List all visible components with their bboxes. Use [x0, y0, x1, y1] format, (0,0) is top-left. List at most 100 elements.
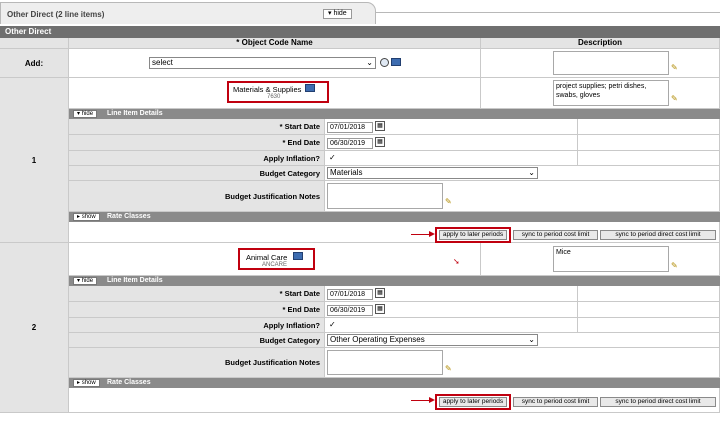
item-1-end-date-label: * End Date	[69, 135, 325, 151]
item-1-details-bar: ▾ hide Line Item Details	[69, 109, 720, 119]
item-1-sync-cost-limit-button[interactable]: sync to period cost limit	[513, 230, 598, 240]
item-2-end-date-spacer	[578, 302, 720, 318]
bottom-spacer	[0, 413, 720, 428]
calendar-icon[interactable]: ▦	[375, 137, 385, 147]
item-2-details-bar: ▾ hide Line Item Details	[69, 276, 720, 286]
tab-title: Other Direct (2 line items)	[7, 10, 105, 19]
item-2-hide-details-button[interactable]: ▾ hide	[73, 277, 98, 285]
item-1-rate-classes-label: Rate Classes	[107, 213, 151, 220]
item-2-start-date-label: * Start Date	[69, 286, 325, 302]
calendar-icon[interactable]: ▦	[375, 288, 385, 298]
item-2-actions-cell: apply to later periods sync to period co…	[69, 388, 720, 413]
item-2-sync-cost-limit-button[interactable]: sync to period cost limit	[513, 397, 598, 407]
item-1-end-date-input[interactable]: 06/30/2019	[327, 138, 373, 149]
item-2-justification-cell: ✎	[325, 348, 720, 378]
item-2-object-name: Animal Care	[246, 253, 288, 262]
item-1-start-date-input[interactable]: 07/01/2018	[327, 122, 373, 133]
item-1-end-date-cell: 06/30/2019 ▦	[325, 135, 578, 151]
item-1-justification-cell: ✎	[325, 181, 720, 212]
item-1-details-label: Line Item Details	[107, 110, 163, 117]
item-1-apply-later-periods-button[interactable]: apply to later periods	[439, 230, 507, 240]
item-1-inflation-label: Apply Inflation?	[69, 151, 325, 166]
item-1-inflation-spacer	[578, 151, 720, 166]
item-2-rate-classes-bar: ▸ show Rate Classes	[69, 378, 720, 388]
item-1-start-date-cell: 07/01/2018 ▦	[325, 119, 578, 135]
item-2-inflation-cell: ✓	[325, 318, 578, 333]
tab-bar: Other Direct (2 line items) ▾ hide	[0, 0, 720, 26]
item-2-category-label: Budget Category	[69, 333, 325, 348]
item-2-inflation-checkbox[interactable]: ✓	[329, 321, 337, 329]
item-1-justification-label: Budget Justification Notes	[69, 181, 325, 212]
item-1-show-rate-classes-button[interactable]: ▸ show	[73, 213, 100, 221]
add-description-cell: ✎	[481, 49, 720, 78]
book-icon[interactable]	[391, 58, 401, 66]
item-1-object-cell: Materials & Supplies 7630	[69, 78, 481, 109]
item-1-actions-cell: apply to later periods sync to period co…	[69, 222, 720, 243]
item-1-rate-classes-bar: ▸ show Rate Classes	[69, 212, 720, 222]
item-1-start-date-label: * Start Date	[69, 119, 325, 135]
item-1-end-date-spacer	[578, 135, 720, 151]
search-icon[interactable]	[380, 58, 389, 67]
arrow-icon	[411, 400, 431, 401]
item-2-sync-direct-cost-limit-button[interactable]: sync to period direct cost limit	[600, 397, 716, 407]
item-2-end-date-label: * End Date	[69, 302, 325, 318]
item-1-start-date-spacer	[578, 119, 720, 135]
pencil-icon[interactable]: ✎	[445, 197, 454, 206]
add-row-label: Add:	[0, 49, 69, 78]
item-2-apply-later-periods-button[interactable]: apply to later periods	[439, 397, 507, 407]
arrow-icon	[411, 234, 431, 235]
item-1-description-cell: project supplies; petri dishes, swabs, g…	[481, 78, 720, 109]
calendar-icon[interactable]: ▦	[375, 304, 385, 314]
item-1-category-cell: Materials ⌄	[325, 166, 720, 181]
item-2-category-select[interactable]: Other Operating Expenses ⌄	[327, 334, 538, 346]
item-2-inflation-label: Apply Inflation?	[69, 318, 325, 333]
tab-divider	[376, 12, 720, 13]
item-2-object-cell: Animal Care ANCARE ➘	[69, 243, 481, 276]
item-2-start-date-cell: 07/01/2018 ▦	[325, 286, 578, 302]
col-header-empty	[0, 38, 69, 49]
pencil-icon[interactable]: ✎	[671, 261, 680, 270]
chevron-down-icon: ⌄	[366, 58, 373, 67]
item-1-hide-details-button[interactable]: ▾ hide	[73, 110, 98, 118]
item-1-inflation-checkbox[interactable]: ✓	[329, 154, 337, 162]
item-2-rate-classes-label: Rate Classes	[107, 379, 151, 386]
col-header-description: Description	[481, 38, 720, 49]
item-1-description-textarea[interactable]: project supplies; petri dishes, swabs, g…	[553, 80, 669, 106]
col-header-object-code: * Object Code Name	[69, 38, 481, 49]
item-1-object-code: 7630	[267, 94, 281, 100]
object-code-select[interactable]: select ⌄	[149, 57, 376, 69]
book-icon[interactable]	[293, 252, 303, 260]
item-2-justification-textarea[interactable]	[327, 350, 443, 375]
item-2-justification-label: Budget Justification Notes	[69, 348, 325, 378]
item-2-end-date-input[interactable]: 06/30/2019	[327, 305, 373, 316]
chevron-down-icon: ⌄	[528, 168, 535, 177]
tab-hide-button[interactable]: ▾ hide	[323, 9, 352, 19]
item-1-sync-direct-cost-limit-button[interactable]: sync to period direct cost limit	[600, 230, 716, 240]
add-object-code-cell: select ⌄	[69, 49, 481, 78]
item-2-details-label: Line Item Details	[107, 277, 163, 284]
item-1-object-name: Materials & Supplies	[233, 85, 302, 94]
chevron-down-icon: ⌄	[528, 335, 535, 344]
calendar-icon[interactable]: ▦	[375, 121, 385, 131]
item-2-description-cell: Mice ✎	[481, 243, 720, 276]
item-1-inflation-cell: ✓	[325, 151, 578, 166]
item-2-end-date-cell: 06/30/2019 ▦	[325, 302, 578, 318]
item-2-inflation-spacer	[578, 318, 720, 333]
item-2-number: 2	[0, 243, 69, 413]
cursor-arrow-icon: ➘	[453, 257, 460, 266]
section-header: Other Direct	[0, 26, 720, 38]
other-direct-tab: Other Direct (2 line items) ▾ hide	[0, 2, 376, 24]
item-1-category-label: Budget Category	[69, 166, 325, 181]
item-1-justification-textarea[interactable]	[327, 183, 443, 209]
item-2-start-date-input[interactable]: 07/01/2018	[327, 289, 373, 300]
item-2-category-cell: Other Operating Expenses ⌄	[325, 333, 720, 348]
pencil-icon[interactable]: ✎	[445, 364, 454, 373]
item-1-category-select[interactable]: Materials ⌄	[327, 167, 538, 179]
item-2-show-rate-classes-button[interactable]: ▸ show	[73, 379, 100, 387]
pencil-icon[interactable]: ✎	[671, 63, 680, 72]
pencil-icon[interactable]: ✎	[671, 94, 680, 103]
item-2-start-date-spacer	[578, 286, 720, 302]
add-description-textarea[interactable]	[553, 51, 669, 75]
book-icon[interactable]	[305, 84, 315, 92]
item-2-description-textarea[interactable]: Mice	[553, 246, 669, 272]
